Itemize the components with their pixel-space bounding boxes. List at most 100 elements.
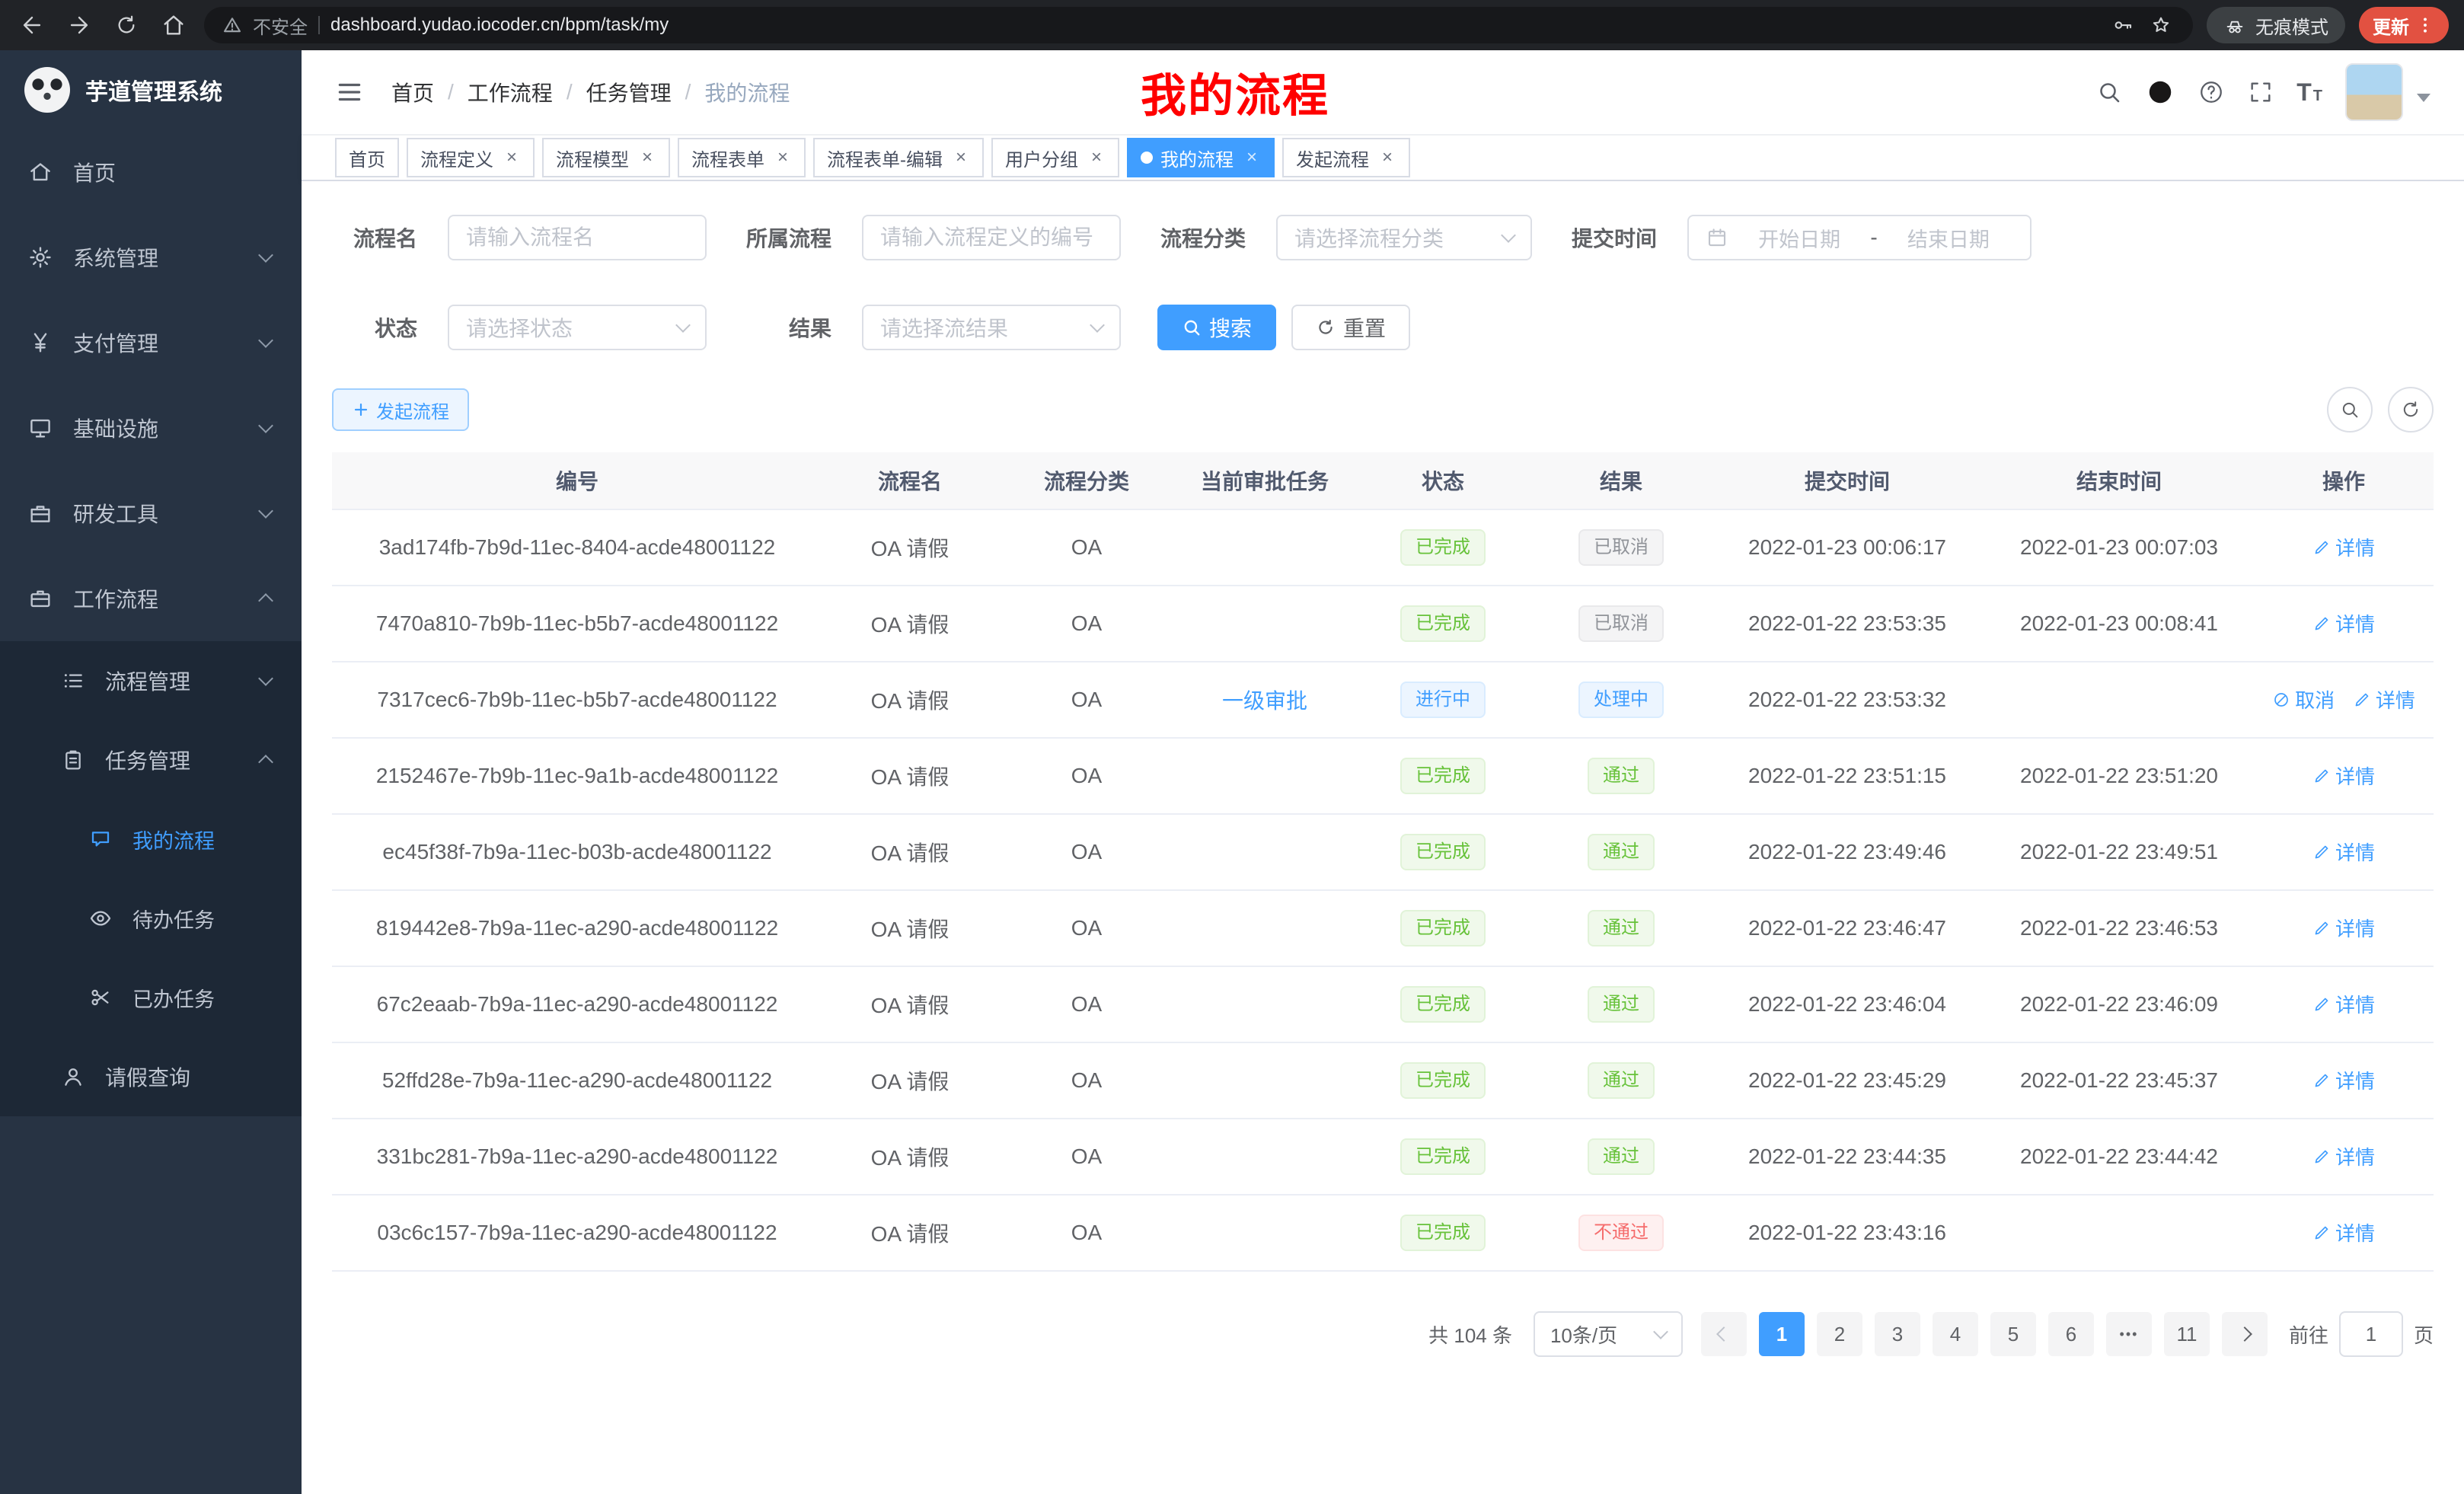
close-icon[interactable]: [503, 148, 521, 167]
cell-end-time: 2022-01-22 23:46:09: [1984, 992, 2254, 1017]
font-size-icon[interactable]: [2296, 78, 2322, 107]
refresh-table-button[interactable]: [2388, 387, 2434, 433]
cell-status: 已完成: [1354, 986, 1532, 1023]
start-process-button[interactable]: 发起流程: [332, 388, 469, 431]
sidebar-item-process-management[interactable]: 流程管理: [0, 641, 302, 720]
page-button-1[interactable]: 1: [1759, 1312, 1805, 1356]
process-definition-input[interactable]: [862, 215, 1121, 260]
cell-actions: 取消 详情: [2254, 685, 2434, 714]
tab-process-definition[interactable]: 流程定义: [407, 138, 535, 177]
cell-category: OA: [997, 1144, 1176, 1169]
avatar[interactable]: [2345, 63, 2403, 121]
chevron-down-icon[interactable]: [2417, 94, 2430, 109]
tab-process-model[interactable]: 流程模型: [542, 138, 670, 177]
submit-time-label: 提交时间: [1569, 222, 1657, 253]
cell-category: OA: [997, 535, 1176, 560]
search-icon: [2339, 399, 2360, 420]
more-pages-button[interactable]: •••: [2106, 1312, 2152, 1356]
goto-page-input[interactable]: [2339, 1311, 2403, 1357]
detail-link[interactable]: 详情: [2312, 1142, 2375, 1170]
status-label: 状态: [332, 312, 417, 343]
page-button-3[interactable]: 3: [1875, 1312, 1920, 1356]
tab-home[interactable]: 首页: [335, 138, 399, 177]
detail-link[interactable]: 详情: [2312, 1066, 2375, 1094]
sidebar-item-leave-query[interactable]: 请假查询: [0, 1037, 302, 1116]
sidebar-item-done-tasks[interactable]: 已办任务: [0, 958, 302, 1037]
close-icon[interactable]: [1378, 148, 1396, 167]
tab-process-form[interactable]: 流程表单: [678, 138, 806, 177]
browser-back-button[interactable]: [15, 8, 49, 42]
submit-time-range-picker[interactable]: 开始日期 - 结束日期: [1687, 215, 2032, 260]
sidebar-item-todo-tasks[interactable]: 待办任务: [0, 879, 302, 958]
current-task-link[interactable]: 一级审批: [1222, 685, 1307, 715]
cell-status: 已完成: [1354, 910, 1532, 947]
sidebar-item-infra[interactable]: 基础设施: [0, 385, 302, 471]
chevron-up-icon: [258, 593, 273, 608]
browser-forward-button[interactable]: [62, 8, 96, 42]
cell-name: OA 请假: [822, 989, 997, 1020]
sidebar-item-workflow[interactable]: 工作流程: [0, 556, 302, 641]
detail-link[interactable]: 详情: [2312, 761, 2375, 790]
detail-link[interactable]: 详情: [2353, 685, 2415, 713]
prev-page-button[interactable]: [1701, 1312, 1747, 1356]
gear-icon: [27, 244, 53, 270]
github-icon[interactable]: [2146, 78, 2175, 107]
tab-my-process[interactable]: 我的流程: [1127, 138, 1275, 177]
hamburger-icon[interactable]: [335, 78, 364, 107]
tab-start-process[interactable]: 发起流程: [1282, 138, 1410, 177]
tab-user-group[interactable]: 用户分组: [991, 138, 1119, 177]
category-select[interactable]: 请选择流程分类: [1276, 215, 1532, 260]
result-select[interactable]: 请选择流结果: [862, 305, 1121, 350]
close-icon[interactable]: [1087, 148, 1106, 167]
fullscreen-icon[interactable]: [2248, 79, 2274, 105]
page-button-4[interactable]: 4: [1933, 1312, 1978, 1356]
detail-link[interactable]: 详情: [2312, 533, 2375, 561]
sidebar-item-payment[interactable]: 支付管理: [0, 300, 302, 385]
process-name-input[interactable]: [448, 215, 707, 260]
page-button-5[interactable]: 5: [1990, 1312, 2036, 1356]
browser-address-bar[interactable]: 不安全 dashboard.yudao.iocoder.cn/bpm/task/…: [204, 7, 2193, 43]
detail-link[interactable]: 详情: [2312, 990, 2375, 1018]
browser-home-button[interactable]: [157, 8, 190, 42]
search-button[interactable]: 搜索: [1157, 305, 1276, 350]
close-icon[interactable]: [774, 148, 792, 167]
browser-update-button[interactable]: 更新: [2359, 7, 2449, 43]
home-icon: [27, 159, 53, 185]
close-icon[interactable]: [1243, 148, 1261, 167]
page-size-select[interactable]: 10条/页: [1534, 1311, 1683, 1357]
briefcase-icon: [27, 586, 53, 611]
bookmark-star-icon[interactable]: [2147, 8, 2175, 42]
page-button-11[interactable]: 11: [2164, 1312, 2210, 1356]
sidebar-item-system[interactable]: 系统管理: [0, 215, 302, 300]
help-icon[interactable]: [2197, 78, 2225, 106]
sidebar-item-task-management[interactable]: 任务管理: [0, 720, 302, 800]
toggle-search-button[interactable]: [2327, 387, 2373, 433]
detail-link[interactable]: 详情: [2312, 838, 2375, 866]
next-page-button[interactable]: [2222, 1312, 2268, 1356]
breadcrumb-item-home[interactable]: 首页: [391, 77, 434, 107]
browser-reload-button[interactable]: [110, 8, 143, 42]
sidebar-item-my-process[interactable]: 我的流程: [0, 800, 302, 879]
incognito-badge[interactable]: 无痕模式: [2207, 7, 2345, 43]
detail-link[interactable]: 详情: [2312, 1218, 2375, 1247]
detail-link[interactable]: 详情: [2312, 609, 2375, 637]
tab-process-form-edit[interactable]: 流程表单-编辑: [813, 138, 984, 177]
calendar-icon: [1706, 226, 1728, 249]
status-select[interactable]: 请选择状态: [448, 305, 707, 350]
close-icon[interactable]: [638, 148, 656, 167]
detail-link[interactable]: 详情: [2312, 914, 2375, 942]
cell-id: 819442e8-7b9a-11ec-a290-acde48001122: [332, 916, 822, 940]
cancel-link[interactable]: 取消: [2272, 685, 2335, 713]
reset-button[interactable]: 重置: [1291, 305, 1410, 350]
close-icon[interactable]: [952, 148, 970, 167]
password-key-icon[interactable]: [2109, 8, 2137, 42]
app-logo[interactable]: 芋道管理系统: [0, 50, 302, 129]
breadcrumb-item-task-management[interactable]: 任务管理: [586, 77, 672, 107]
sidebar-item-devtools[interactable]: 研发工具: [0, 471, 302, 556]
search-icon[interactable]: [2095, 78, 2123, 106]
breadcrumb-item-workflow[interactable]: 工作流程: [468, 77, 553, 107]
cell-id: 7470a810-7b9b-11ec-b5b7-acde48001122: [332, 611, 822, 636]
sidebar-item-home[interactable]: 首页: [0, 129, 302, 215]
page-button-6[interactable]: 6: [2048, 1312, 2094, 1356]
page-button-2[interactable]: 2: [1817, 1312, 1862, 1356]
